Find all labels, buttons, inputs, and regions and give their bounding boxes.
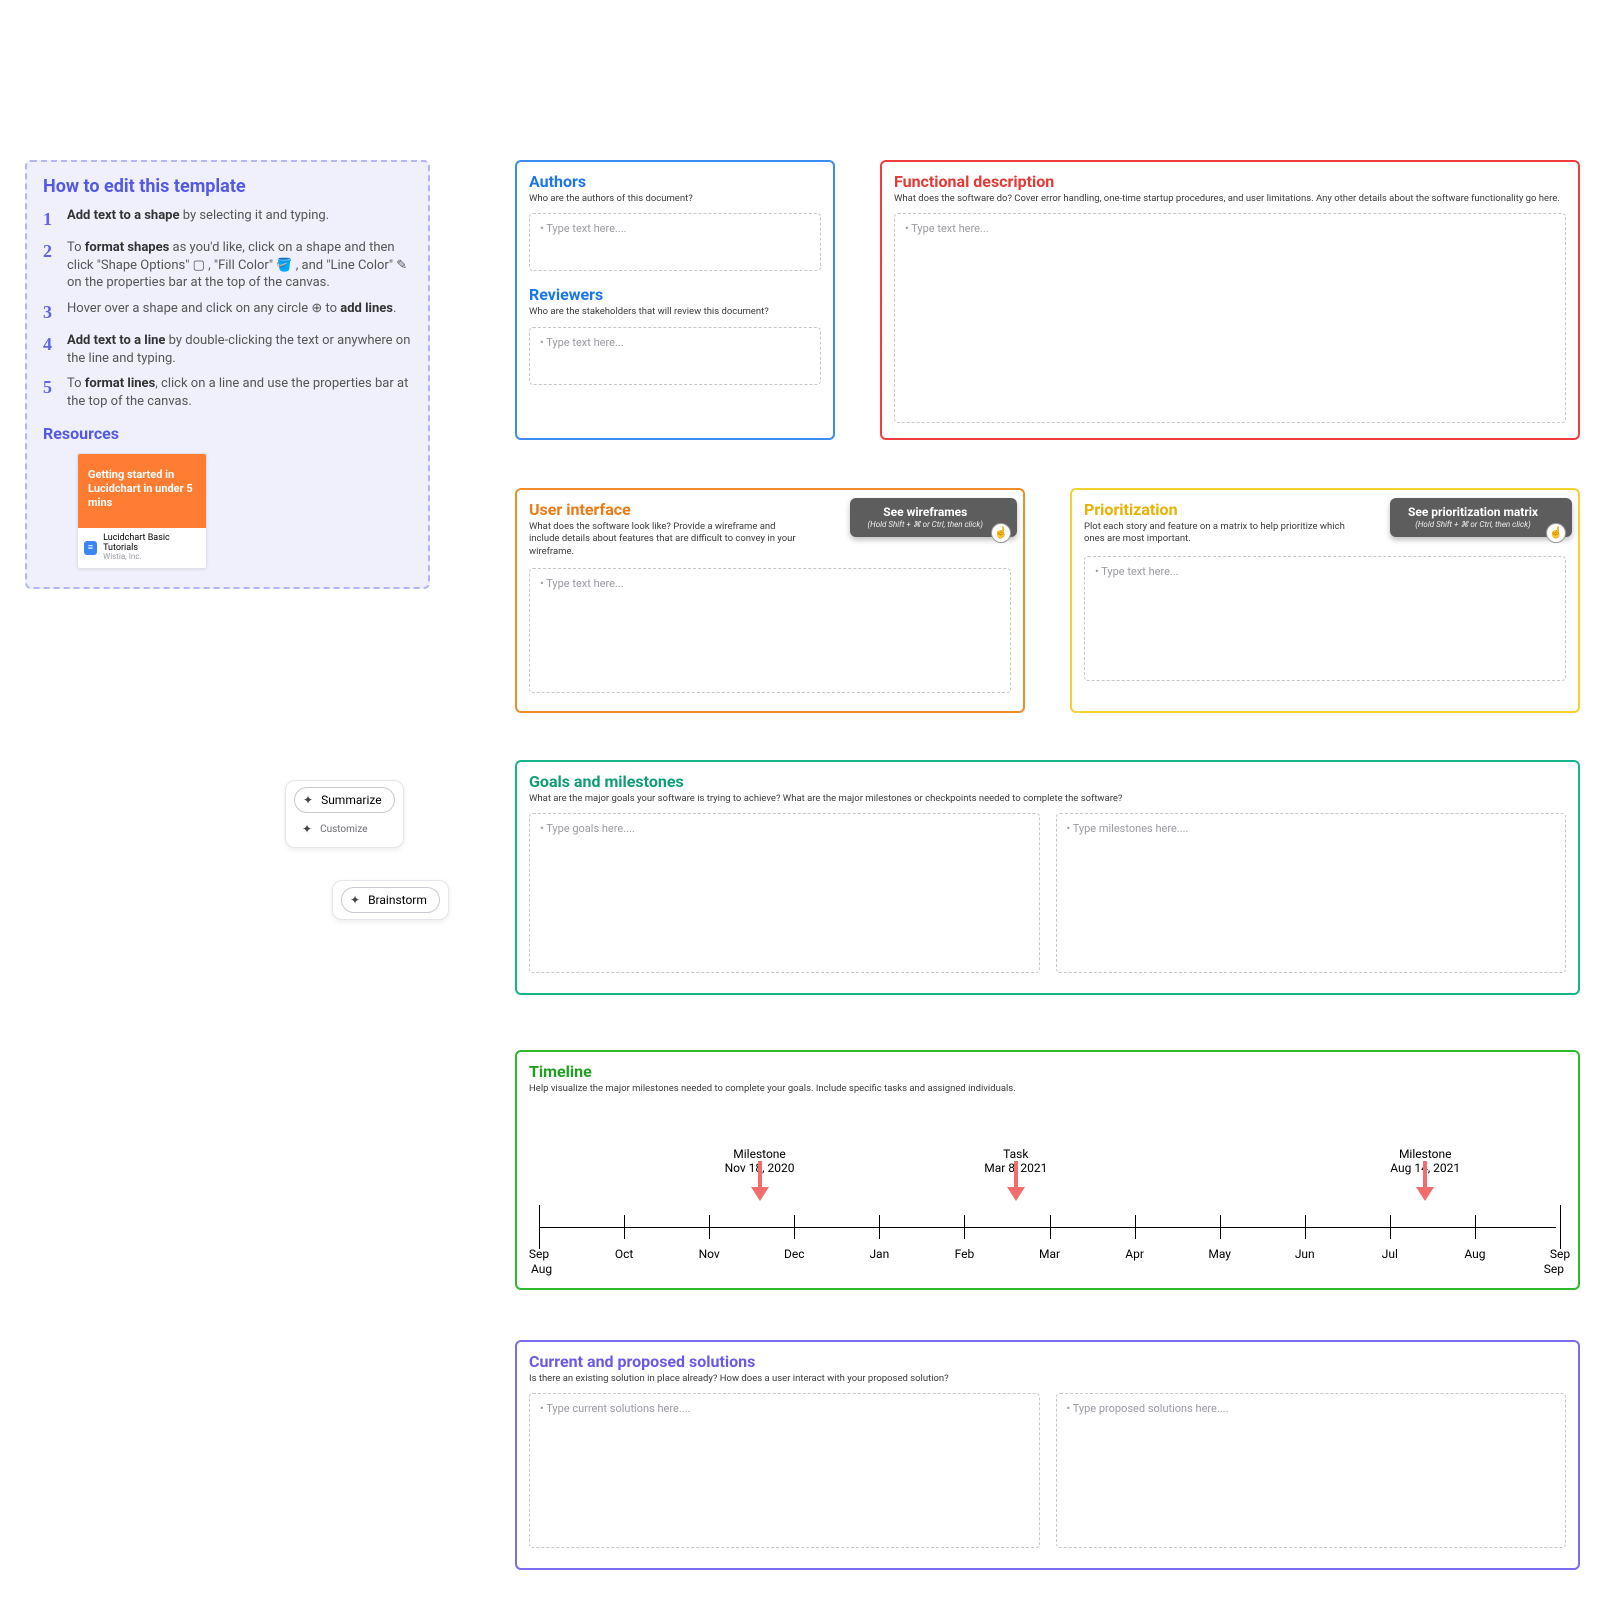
timeline-month-label: Dec (784, 1247, 805, 1261)
timeline-tick (1390, 1215, 1391, 1239)
resources-heading: Resources (43, 424, 412, 443)
timeline-tick (879, 1215, 880, 1239)
timeline-tick (1475, 1215, 1476, 1239)
help-panel: How to edit this template 1Add text to a… (25, 160, 430, 589)
timeline-month-label: Aug (1464, 1247, 1485, 1261)
resource-title: Lucidchart Basic Tutorials (103, 534, 200, 554)
reviewers-desc: Who are the stakeholders that will revie… (529, 306, 821, 318)
resource-thumb: Getting started in Lucidchart in under 5… (78, 454, 206, 527)
solutions-desc: Is there an existing solution in place a… (529, 1373, 1566, 1385)
milestones-input[interactable]: Type milestones here.... (1056, 813, 1567, 973)
goals-title: Goals and milestones (529, 772, 1566, 791)
timeline-tick (709, 1215, 710, 1239)
authors-desc: Who are the authors of this document? (529, 193, 821, 205)
timeline-tick (1305, 1215, 1306, 1239)
timeline-tick (539, 1205, 540, 1249)
goals-box[interactable]: Goals and milestones What are the major … (515, 760, 1580, 995)
ui-input[interactable]: Type text here... (529, 568, 1011, 693)
authors-box[interactable]: Authors Who are the authors of this docu… (515, 160, 835, 440)
solutions-title: Current and proposed solutions (529, 1352, 1566, 1371)
lucid-logo-icon: ≡ (84, 541, 97, 555)
brainstorm-button[interactable]: ✦ Brainstorm (341, 887, 440, 913)
resource-source: Wistia, Inc. (103, 553, 200, 562)
sparkle-icon: ✦ (303, 793, 313, 807)
timeline-tick (624, 1215, 625, 1239)
proposed-solutions-input[interactable]: Type proposed solutions here.... (1056, 1393, 1567, 1548)
see-wireframes-button[interactable]: See wireframes (Hold Shift + ⌘ or Ctrl, … (850, 498, 1017, 537)
summarize-button[interactable]: ✦ Summarize (294, 787, 395, 813)
authors-title: Authors (529, 172, 821, 191)
timeline-month-label: Sep (529, 1247, 549, 1261)
solutions-box[interactable]: Current and proposed solutions Is there … (515, 1340, 1580, 1570)
timeline-edge-right: Sep (1544, 1262, 1564, 1276)
timeline-title: Timeline (529, 1062, 1566, 1081)
timeline-month-label: Mar (1039, 1247, 1060, 1261)
timeline-tick (964, 1215, 965, 1239)
timeline-month-label: May (1208, 1247, 1231, 1261)
timeline-desc: Help visualize the major milestones need… (529, 1083, 1566, 1095)
ai-chip-card: ✦ Brainstorm (332, 880, 449, 920)
sparkle-icon: ✦ (350, 893, 360, 907)
help-steps: 1Add text to a shape by selecting it and… (43, 207, 412, 410)
timeline-tick (1560, 1205, 1561, 1249)
timeline-month-label: Nov (699, 1247, 720, 1261)
current-solutions-input[interactable]: Type current solutions here.... (529, 1393, 1040, 1548)
functional-box[interactable]: Functional description What does the sof… (880, 160, 1580, 440)
timeline-month-label: Oct (615, 1247, 633, 1261)
goals-input[interactable]: Type goals here.... (529, 813, 1040, 973)
timeline-graphic: Aug Sep Sep Oct Nov Dec Jan Feb Mar Apr May Jun Ju… (529, 1127, 1566, 1307)
functional-desc: What does the software do? Cover error h… (894, 193, 1566, 205)
customize-button[interactable]: ✦ Customize (294, 817, 380, 841)
sparkle-icon: ✦ (302, 822, 312, 836)
timeline-tick (1135, 1215, 1136, 1239)
timeline-tick (1050, 1215, 1051, 1239)
timeline-month-label: Feb (955, 1247, 975, 1261)
reviewers-title: Reviewers (529, 285, 821, 304)
timeline-box[interactable]: Timeline Help visualize the major milest… (515, 1050, 1580, 1290)
resource-card[interactable]: Getting started in Lucidchart in under 5… (77, 453, 207, 569)
prioritization-input[interactable]: Type text here... (1084, 556, 1566, 681)
functional-input[interactable]: Type text here... (894, 213, 1566, 423)
timeline-month-label: Jul (1382, 1247, 1398, 1261)
functional-title: Functional description (894, 172, 1566, 191)
ui-desc: What does the software look like? Provid… (529, 521, 799, 558)
goals-desc: What are the major goals your software i… (529, 793, 1566, 805)
timeline-month-label: Jan (869, 1247, 889, 1261)
timeline-tick (794, 1215, 795, 1239)
timeline-edge-left: Aug (531, 1262, 552, 1276)
ai-chip-card: ✦ Summarize ✦ Customize (285, 780, 404, 848)
timeline-month-label: Jun (1295, 1247, 1315, 1261)
prioritization-box[interactable]: Prioritization Plot each story and featu… (1070, 488, 1580, 713)
see-prioritization-button[interactable]: See prioritization matrix (Hold Shift + … (1390, 498, 1572, 537)
timeline-tick (1220, 1215, 1221, 1239)
timeline-month-label: Apr (1125, 1247, 1144, 1261)
cursor-icon: ☝ (1546, 523, 1566, 543)
authors-input[interactable]: Type text here.... (529, 213, 821, 271)
cursor-icon: ☝ (991, 523, 1011, 543)
timeline-month-label: Sep (1550, 1247, 1570, 1261)
help-title: How to edit this template (43, 176, 412, 197)
reviewers-input[interactable]: Type text here... (529, 327, 821, 385)
ui-box[interactable]: User interface What does the software lo… (515, 488, 1025, 713)
prioritization-desc: Plot each story and feature on a matrix … (1084, 521, 1354, 546)
